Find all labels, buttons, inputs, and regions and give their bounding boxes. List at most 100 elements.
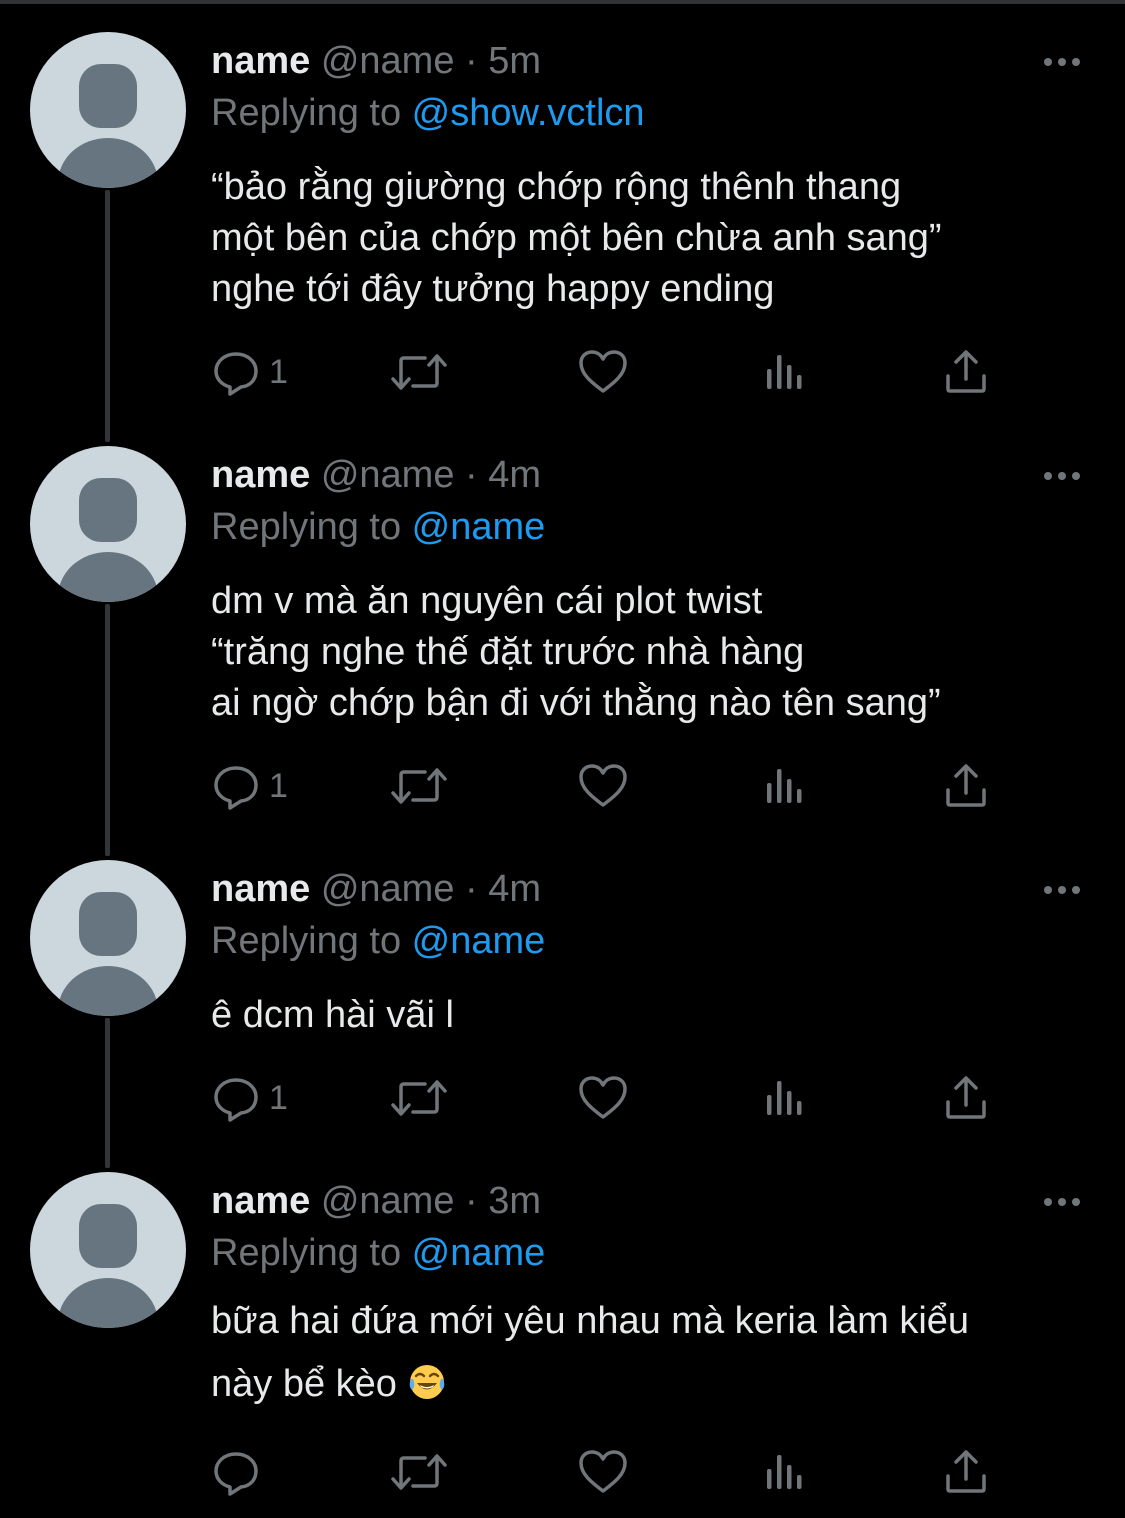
more-options-button[interactable] bbox=[1042, 1196, 1082, 1208]
views-button[interactable] bbox=[764, 760, 808, 812]
share-button[interactable] bbox=[943, 1072, 989, 1124]
more-horizontal-icon bbox=[1058, 1198, 1066, 1206]
timestamp[interactable]: 3m bbox=[488, 1180, 541, 1222]
reply-icon bbox=[214, 1452, 258, 1496]
retweet-button[interactable] bbox=[389, 1446, 449, 1498]
retweet-button[interactable] bbox=[389, 346, 449, 398]
replying-to-label: Replying to bbox=[211, 1232, 412, 1274]
views-icon bbox=[767, 1455, 802, 1489]
retweet-button[interactable] bbox=[389, 760, 449, 812]
reply-icon bbox=[214, 352, 258, 396]
tweet-text-line: “bảo rằng giường chớp rộng thênh thang bbox=[211, 166, 902, 208]
like-button[interactable] bbox=[577, 760, 629, 812]
like-button[interactable] bbox=[577, 346, 629, 398]
avatar[interactable] bbox=[30, 860, 186, 1016]
reply-button[interactable]: 1 bbox=[211, 1072, 288, 1124]
display-name[interactable]: name bbox=[211, 40, 310, 82]
user-handle[interactable]: @name bbox=[321, 454, 455, 496]
like-icon bbox=[579, 1076, 627, 1119]
views-icon bbox=[767, 769, 802, 803]
replying-to-mention[interactable]: @show.vctlcn bbox=[412, 92, 645, 134]
replying-to: Replying to @name bbox=[211, 1230, 545, 1276]
tweet-text-fragment: này bể kèo bbox=[211, 1363, 397, 1405]
like-button[interactable] bbox=[577, 1072, 629, 1124]
views-button[interactable] bbox=[764, 1072, 808, 1124]
separator-dot: · bbox=[465, 454, 478, 496]
tweet-text-line: ê dcm hài vãi l bbox=[211, 994, 454, 1036]
tweet-actions: 1 bbox=[211, 1072, 1011, 1124]
face-with-tears-of-joy-emoji bbox=[410, 1365, 445, 1399]
share-icon bbox=[946, 350, 986, 393]
like-button[interactable] bbox=[577, 1446, 629, 1498]
retweet-icon bbox=[391, 1454, 447, 1490]
reply-icon bbox=[214, 1078, 258, 1122]
like-icon bbox=[579, 1450, 627, 1493]
avatar[interactable] bbox=[30, 1172, 186, 1328]
more-options-button[interactable] bbox=[1042, 884, 1082, 896]
thread-connector-line bbox=[105, 190, 110, 442]
share-icon bbox=[946, 1450, 986, 1493]
more-horizontal-icon bbox=[1044, 886, 1052, 894]
replying-to-mention[interactable]: @name bbox=[412, 920, 546, 962]
user-handle[interactable]: @name bbox=[321, 1180, 455, 1222]
more-horizontal-icon bbox=[1044, 472, 1052, 480]
display-name[interactable]: name bbox=[211, 454, 310, 496]
reply-button[interactable] bbox=[211, 1446, 269, 1498]
retweet-button[interactable] bbox=[389, 1072, 449, 1124]
display-name[interactable]: name bbox=[211, 1180, 310, 1222]
tweet-header: name @name · 5m bbox=[211, 38, 541, 84]
user-handle[interactable]: @name bbox=[321, 868, 455, 910]
views-button[interactable] bbox=[764, 346, 808, 398]
more-options-button[interactable] bbox=[1042, 56, 1082, 68]
tweet-header: name @name · 4m bbox=[211, 452, 541, 498]
share-button[interactable] bbox=[943, 1446, 989, 1498]
more-horizontal-icon bbox=[1058, 886, 1066, 894]
timestamp[interactable]: 5m bbox=[488, 40, 541, 82]
avatar-head-shape bbox=[79, 892, 137, 956]
like-icon bbox=[579, 350, 627, 393]
timestamp[interactable]: 4m bbox=[488, 454, 541, 496]
avatar[interactable] bbox=[30, 32, 186, 188]
tweet-text: dm v mà ăn nguyên cái plot twist “trăng … bbox=[211, 576, 941, 729]
tweet-actions bbox=[211, 1446, 1011, 1498]
separator-dot: · bbox=[465, 1180, 478, 1222]
reply-count: 1 bbox=[269, 1078, 288, 1117]
retweet-icon bbox=[391, 1080, 447, 1116]
more-horizontal-icon bbox=[1044, 58, 1052, 66]
more-horizontal-icon bbox=[1058, 472, 1066, 480]
avatar-head-shape bbox=[79, 64, 137, 128]
tweet-actions: 1 bbox=[211, 346, 1011, 398]
share-button[interactable] bbox=[943, 346, 989, 398]
replying-to: Replying to @show.vctlcn bbox=[211, 90, 645, 136]
reply-count: 1 bbox=[269, 766, 288, 805]
thread-connector-line bbox=[105, 604, 110, 856]
reply-count: 1 bbox=[269, 352, 288, 391]
avatar[interactable] bbox=[30, 446, 186, 602]
tweet-actions: 1 bbox=[211, 760, 1011, 812]
share-icon bbox=[946, 764, 986, 807]
avatar-body-shape bbox=[58, 552, 158, 602]
replying-to-label: Replying to bbox=[211, 920, 412, 962]
tweet-text-line: một bên của chớp một bên chừa anh sang” bbox=[211, 217, 942, 259]
share-button[interactable] bbox=[943, 760, 989, 812]
reply-button[interactable]: 1 bbox=[211, 760, 288, 812]
more-options-button[interactable] bbox=[1042, 470, 1082, 482]
reply-button[interactable]: 1 bbox=[211, 346, 288, 398]
more-horizontal-icon bbox=[1058, 58, 1066, 66]
views-button[interactable] bbox=[764, 1446, 808, 1498]
tweet-text: “bảo rằng giường chớp rộng thênh thang m… bbox=[211, 162, 942, 315]
tweet-text-line: dm v mà ăn nguyên cái plot twist bbox=[211, 580, 763, 622]
more-horizontal-icon bbox=[1044, 1198, 1052, 1206]
replying-to-mention[interactable]: @name bbox=[412, 1232, 546, 1274]
separator-dot: · bbox=[465, 868, 478, 910]
display-name[interactable]: name bbox=[211, 868, 310, 910]
replying-to-mention[interactable]: @name bbox=[412, 506, 546, 548]
replying-to: Replying to @name bbox=[211, 918, 545, 964]
tweet-text-line: bữa hai đứa mới yêu nhau mà keria làm ki… bbox=[211, 1300, 970, 1342]
avatar-body-shape bbox=[58, 966, 158, 1016]
tweet-text-line: nghe tới đây tưởng happy ending bbox=[211, 268, 775, 310]
avatar-head-shape bbox=[79, 1204, 137, 1268]
user-handle[interactable]: @name bbox=[321, 40, 455, 82]
timestamp[interactable]: 4m bbox=[488, 868, 541, 910]
more-horizontal-icon bbox=[1072, 472, 1080, 480]
